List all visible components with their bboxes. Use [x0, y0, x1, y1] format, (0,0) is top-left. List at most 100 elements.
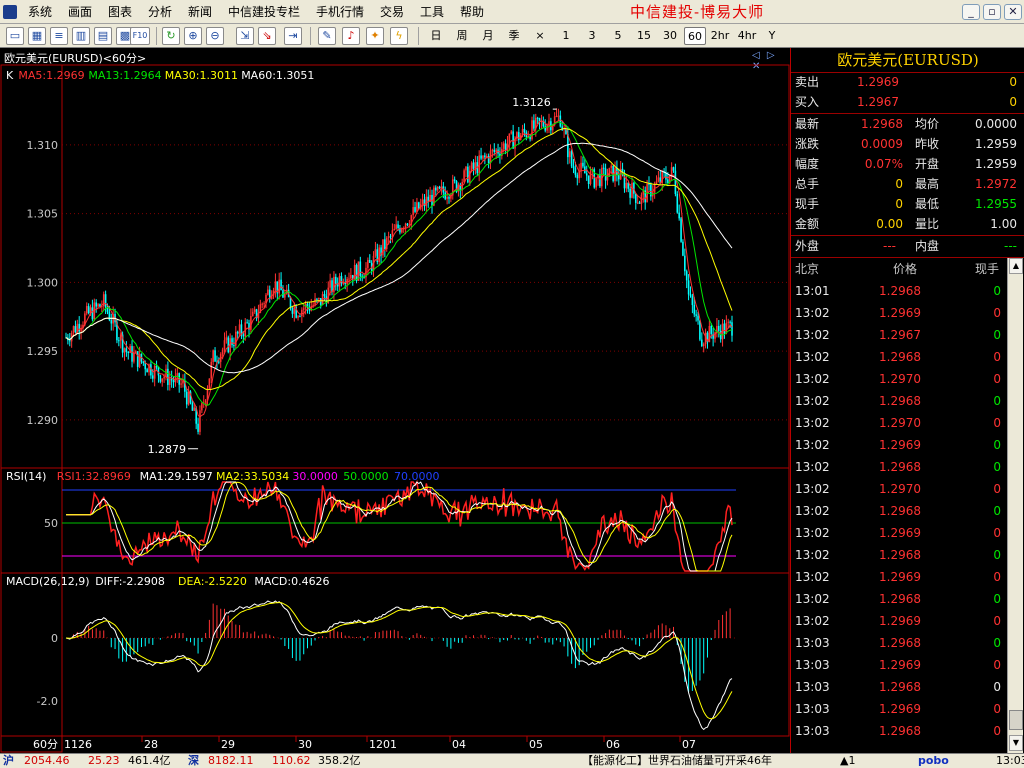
period-13[interactable]: Y: [762, 27, 782, 45]
close-icon[interactable]: ✕: [1004, 4, 1022, 20]
sh-amount: 461.4亿: [128, 754, 171, 767]
tick-row[interactable]: 13:02 1.2968 0: [791, 544, 1007, 566]
tick-row[interactable]: 13:03 1.2968 0: [791, 720, 1007, 742]
tick-row[interactable]: 13:02 1.2968 0: [791, 456, 1007, 478]
tick-row[interactable]: 13:03 1.2969 0: [791, 698, 1007, 720]
tick-time: 13:02: [795, 350, 830, 364]
period-1[interactable]: 周: [450, 27, 474, 45]
candle-body: [314, 298, 316, 305]
menu-help[interactable]: 帮助: [460, 0, 484, 24]
lightning-icon[interactable]: ϟ: [390, 27, 408, 45]
buy-label: 买入: [795, 95, 820, 109]
candle-body: [338, 276, 341, 287]
price-legend-item: MA60:1.3051: [241, 69, 314, 82]
date-label: 07: [682, 738, 696, 751]
tick-scrollbar[interactable]: ▲ ▼: [1007, 258, 1023, 753]
period-8[interactable]: 15: [632, 27, 656, 45]
period-6[interactable]: 3: [580, 27, 604, 45]
price-chart-svg[interactable]: 1.310 1.305 1.300 1.295 1.290 K MA5:1.2969 MA13…: [0, 48, 790, 753]
menu-system[interactable]: 系统: [28, 0, 52, 24]
import-icon[interactable]: ⇥: [284, 27, 302, 45]
draw-tool-icon[interactable]: ✎: [318, 27, 336, 45]
tick-row[interactable]: 13:03 1.2969 0: [791, 654, 1007, 676]
f10-icon[interactable]: F10: [130, 27, 150, 45]
sell-row: 卖出 1.2969 0: [791, 72, 1024, 92]
export-icon[interactable]: ⇲: [236, 27, 254, 45]
menu-news[interactable]: 新闻: [188, 0, 212, 24]
sh-label: 沪: [3, 754, 14, 767]
menu-column[interactable]: 中信建投专栏: [228, 0, 300, 24]
tick-row[interactable]: 13:01 1.2968 0: [791, 280, 1007, 302]
menu-chart[interactable]: 图表: [108, 0, 132, 24]
period-7[interactable]: 5: [606, 27, 630, 45]
tick-row[interactable]: 13:02 1.2970 0: [791, 478, 1007, 500]
macd-legend-item: MACD:0.4626: [254, 575, 329, 588]
tick-row[interactable]: 13:02 1.2968 0: [791, 390, 1007, 412]
scroll-thumb[interactable]: [1009, 710, 1023, 730]
menu-trade[interactable]: 交易: [380, 0, 404, 24]
list-icon[interactable]: ≡: [50, 27, 68, 45]
alert-badge[interactable]: ▲1: [840, 754, 855, 768]
grid-icon[interactable]: ▦: [28, 27, 46, 45]
quote-l1: 最新: [795, 117, 820, 131]
candle-body: [221, 349, 224, 355]
zoom-in-icon[interactable]: ⊕: [184, 27, 202, 45]
alarm-bell-icon[interactable]: ♪: [342, 27, 360, 45]
price-tick-label: 1.295: [27, 345, 59, 358]
chart-area[interactable]: 欧元美元(EURUSD)<60分> ◁ ▷ ✕ 1.310 1.305 1.300 1…: [0, 48, 790, 753]
candle-body: [316, 298, 318, 300]
tick-row[interactable]: 13:02 1.2968 0: [791, 500, 1007, 522]
minimize-icon[interactable]: _: [962, 4, 980, 20]
table-icon[interactable]: ▤: [94, 27, 112, 45]
zoom-out-icon[interactable]: ⊖: [206, 27, 224, 45]
period-3[interactable]: 季: [502, 27, 526, 45]
candle-body: [606, 176, 609, 181]
menu-mobile[interactable]: 手机行情: [316, 0, 364, 24]
period-label: 60分: [33, 738, 58, 751]
tick-row[interactable]: 13:02 1.2969 0: [791, 434, 1007, 456]
tick-row[interactable]: 13:02 1.2968 0: [791, 346, 1007, 368]
candle-body: [463, 170, 465, 183]
candle-body: [318, 298, 320, 300]
tick-row[interactable]: 13:02 1.2968 0: [791, 588, 1007, 610]
tick-row[interactable]: 13:02 1.2969 0: [791, 610, 1007, 632]
period-9[interactable]: 30: [658, 27, 682, 45]
period-0[interactable]: 日: [424, 27, 448, 45]
app-icon[interactable]: [3, 5, 17, 19]
tick-row[interactable]: 13:02 1.2970 0: [791, 368, 1007, 390]
period-4[interactable]: ×: [528, 27, 552, 45]
window-icon[interactable]: ▭: [6, 27, 24, 45]
tick-row[interactable]: 13:02 1.2970 0: [791, 412, 1007, 434]
period-11[interactable]: 2hr: [708, 27, 732, 45]
candle-body: [425, 196, 428, 207]
tick-row[interactable]: 13:02 1.2969 0: [791, 566, 1007, 588]
menu-tools[interactable]: 工具: [420, 0, 444, 24]
tick-row[interactable]: 13:02 1.2969 0: [791, 302, 1007, 324]
candle-body: [172, 380, 175, 383]
quote-l2: 均价: [915, 117, 940, 131]
indicators-icon[interactable]: ✦: [366, 27, 384, 45]
news-ticker[interactable]: 【能源化工】世界石油储量可开采46年: [582, 754, 772, 768]
period-10[interactable]: 60: [684, 27, 706, 45]
candle-body: [231, 338, 233, 346]
instrument-name: 欧元美元(EURUSD): [837, 51, 979, 69]
scroll-down-icon[interactable]: ▼: [1009, 735, 1023, 751]
scroll-up-icon[interactable]: ▲: [1009, 258, 1023, 274]
refresh-icon[interactable]: ↻: [162, 27, 180, 45]
restore-icon[interactable]: ▫: [983, 4, 1001, 20]
candle-body: [299, 316, 301, 318]
columns-icon[interactable]: ▥: [72, 27, 90, 45]
period-2[interactable]: 月: [476, 27, 500, 45]
candle-body: [604, 168, 607, 181]
menu-analysis[interactable]: 分析: [148, 0, 172, 24]
candle-body: [685, 271, 688, 281]
menu-screen[interactable]: 画面: [68, 0, 92, 24]
tick-row[interactable]: 13:03 1.2968 0: [791, 632, 1007, 654]
tick-row[interactable]: 13:03 1.2968 0: [791, 676, 1007, 698]
period-12[interactable]: 4hr: [734, 27, 760, 45]
tick-row[interactable]: 13:02 1.2969 0: [791, 522, 1007, 544]
period-5[interactable]: 1: [554, 27, 578, 45]
tick-row[interactable]: 13:02 1.2967 0: [791, 324, 1007, 346]
arrow-down-icon[interactable]: ⇘: [258, 27, 276, 45]
price-legend-item: MA30:1.3011: [165, 69, 238, 82]
